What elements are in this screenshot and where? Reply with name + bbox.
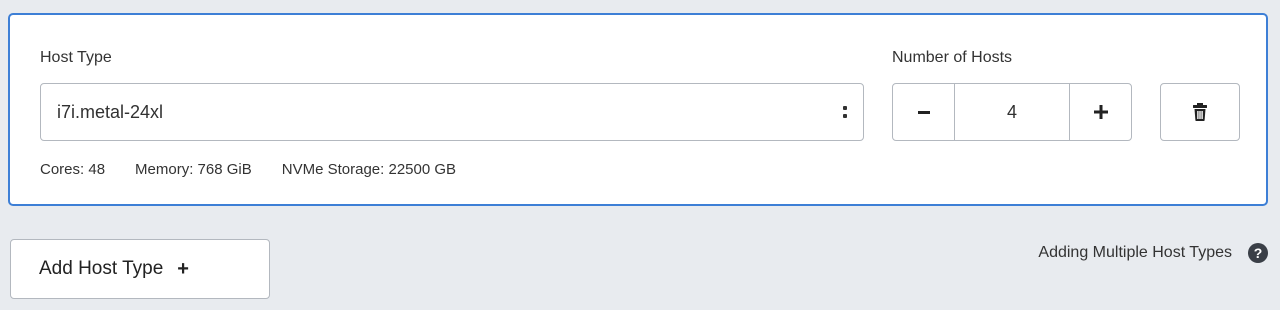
help-label: Adding Multiple Host Types	[1038, 244, 1232, 261]
delete-host-button[interactable]	[1160, 83, 1240, 141]
select-arrows-icon	[843, 106, 847, 118]
host-type-value: i7i.metal-24xl	[57, 101, 164, 122]
storage-spec: NVMe Storage: 22500 GB	[281, 161, 457, 178]
help-section: Adding Multiple Host Types ?	[1038, 243, 1268, 263]
increment-button[interactable]	[1069, 84, 1131, 140]
decrement-button[interactable]	[893, 84, 955, 140]
host-type-label: Host Type	[40, 49, 112, 66]
hosts-stepper: 4	[892, 83, 1132, 141]
hosts-count[interactable]: 4	[955, 84, 1069, 140]
memory-spec: Memory: 768 GiB	[135, 161, 252, 178]
plus-icon	[1093, 105, 1108, 119]
add-host-type-button[interactable]: Add Host Type +	[10, 239, 270, 299]
question-circle-icon[interactable]: ?	[1248, 243, 1268, 263]
cores-spec: Cores: 48	[40, 161, 106, 178]
trash-icon	[1193, 103, 1207, 121]
host-type-select[interactable]: i7i.metal-24xl	[40, 83, 864, 141]
plus-icon: +	[177, 257, 189, 280]
number-of-hosts-label: Number of Hosts	[892, 49, 1013, 66]
minus-icon	[917, 110, 930, 114]
add-host-type-label: Add Host Type	[39, 258, 164, 279]
host-specs: Cores: 48 Memory: 768 GiB NVMe Storage: …	[40, 161, 486, 178]
host-type-card: Host Type Number of Hosts i7i.metal-24xl…	[8, 13, 1268, 206]
